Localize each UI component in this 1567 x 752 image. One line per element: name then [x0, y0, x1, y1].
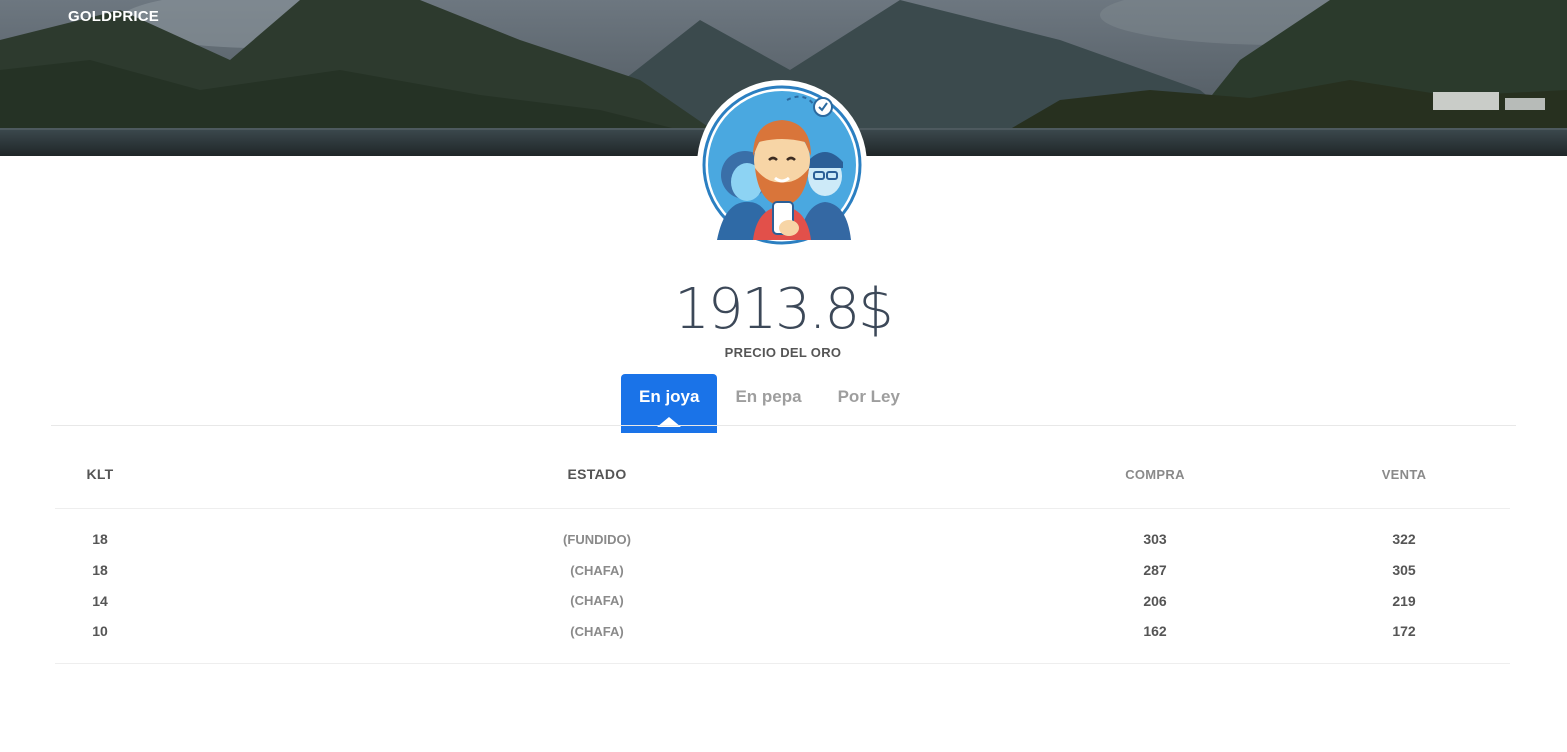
table-body: 18 (FUNDIDO) 303 322 18 (CHAFA) 287 305 … [55, 509, 1510, 664]
table-header: KLT ESTADO COMPRA VENTA [55, 440, 1510, 509]
cell-estado: (CHAFA) [570, 562, 624, 578]
tab-label: En pepa [735, 387, 802, 406]
cell-venta: 172 [1392, 623, 1416, 640]
cell-estado: (CHAFA) [570, 623, 624, 639]
cell-klt: 14 [92, 592, 108, 609]
tab-label: Por Ley [837, 387, 900, 406]
avatar [697, 80, 867, 250]
header-klt: KLT [86, 466, 114, 482]
table-row: 18 (FUNDIDO) 303 322 [55, 524, 1510, 555]
cell-compra: 303 [1143, 531, 1167, 548]
cell-klt: 10 [92, 623, 108, 640]
gold-price-label: PRECIO DEL ORO [724, 345, 842, 360]
header-estado: ESTADO [567, 466, 627, 482]
cell-estado: (CHAFA) [570, 593, 624, 609]
table-row: 10 (CHAFA) 162 172 [55, 616, 1510, 647]
table-row: 14 (CHAFA) 206 219 [55, 585, 1510, 616]
table-row: 18 (CHAFA) 287 305 [55, 555, 1510, 586]
brand-logo-link[interactable]: GOLDPRICE [68, 8, 159, 25]
cell-venta: 305 [1392, 562, 1416, 579]
cell-compra: 162 [1143, 623, 1167, 640]
tab-label: En joya [639, 387, 700, 406]
cell-klt: 18 [92, 531, 108, 548]
cell-klt: 18 [92, 562, 108, 579]
tab-divider [51, 425, 1516, 426]
cell-venta: 322 [1392, 531, 1416, 548]
cell-compra: 287 [1143, 562, 1167, 579]
cell-estado: (FUNDIDO) [563, 531, 631, 547]
gold-price-value: 1913.8$ [674, 277, 894, 342]
header-compra: COMPRA [1125, 466, 1185, 482]
price-table: KLT ESTADO COMPRA VENTA 18 (FUNDIDO) 303… [55, 440, 1510, 664]
cell-venta: 219 [1392, 592, 1416, 609]
cell-compra: 206 [1143, 592, 1167, 609]
header-venta: VENTA [1381, 466, 1427, 482]
team-avatar-illustration-icon [702, 85, 862, 245]
